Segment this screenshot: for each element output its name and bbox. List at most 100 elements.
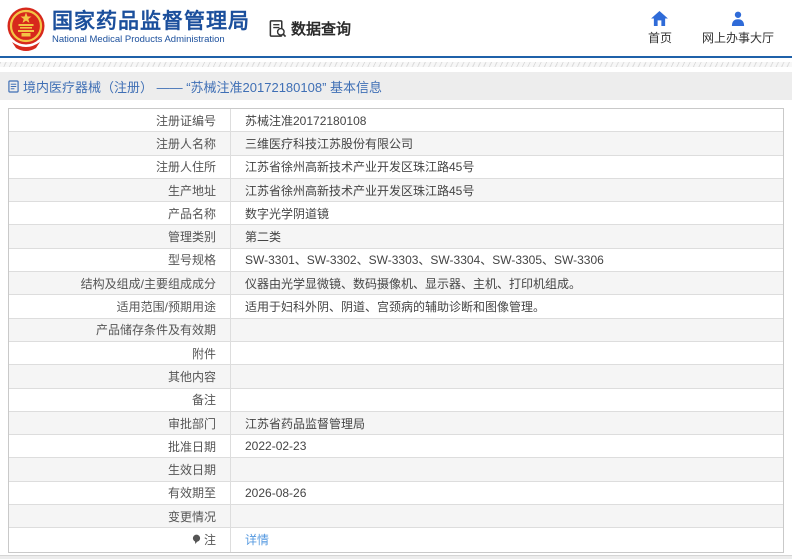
table-row: 批准日期 2022-02-23 [9,435,783,459]
row-value: 苏械注准20172180108 [231,109,783,131]
row-label: 附件 [9,341,231,365]
row-label-text: 产品名称 [167,206,216,221]
row-label-text: 变更情况 [167,509,216,524]
table-row: 管理类别 第二类 [9,225,783,249]
table-row: 适用范围/预期用途 适用于妇科外阴、阴道、宫颈病的辅助诊断和图像管理。 [9,295,783,319]
note-icon [192,534,201,545]
row-label-text: 结构及组成/主要组成成分 [80,276,216,291]
row-label-text: 适用范围/预期用途 [116,300,216,315]
table-row: 产品储存条件及有效期 [9,318,783,342]
row-label: 产品名称 [9,202,231,225]
row-label-text: 注 [203,533,216,548]
row-label: 变更情况 [9,505,231,528]
nav-home-label: 首页 [647,30,672,45]
footer-strip [0,554,792,559]
detail-table-body: 注册证编号 苏械注准20172180108 注册人名称 三维医疗科技江苏股份有限公司注… [9,109,783,552]
table-row: 生效日期 [9,458,783,482]
row-value-text: 三维医疗科技江苏股份有限公司 [245,136,414,151]
detail-table: 注册证编号 苏械注准20172180108 注册人名称 三维医疗科技江苏股份有限公司注… [8,108,784,553]
row-value: 详情 [231,528,783,551]
agency-title-block: 国家药品监督管理局 National Medical Products Admi… [52,10,250,46]
table-row: 其他内容 [9,365,783,389]
table-row: 注册人名称 三维医疗科技江苏股份有限公司 [9,132,783,156]
data-query-section[interactable]: 数据查询 [268,18,351,39]
row-label: 审批部门 [9,411,231,435]
row-value-text: 苏械注准20172180108 [245,113,367,128]
row-label-text: 批准日期 [167,439,216,454]
home-icon [651,10,669,26]
table-row: 审批部门 江苏省药品监督管理局 [9,411,783,436]
row-value [231,342,783,364]
row-value [231,365,783,387]
row-value-text: 江苏省徐州高新技术产业开发区珠江路45号 [245,160,475,175]
breadcrumb: 境内医疗器械（注册） —— “苏械注准20172180108” 基本信息 [0,72,792,100]
row-value-text: 数字光学阴道镜 [245,206,330,221]
row-label-text: 注册人住所 [155,160,216,175]
row-label: 注册人住所 [9,155,231,178]
row-value-text: 2022-02-23 [245,439,307,454]
table-row: 生产地址 江苏省徐州高新技术产业开发区珠江路45号 [9,178,783,203]
row-label-text: 注册证编号 [155,113,216,128]
row-value: 第二类 [231,225,783,247]
table-row: 附件 [9,341,783,366]
row-label-text: 审批部门 [167,416,216,431]
table-row: 型号规格 SW-3301、SW-3302、SW-3303、SW-3304、SW-3… [9,248,783,273]
row-value: 适用于妇科外阴、阴道、宫颈病的辅助诊断和图像管理。 [231,295,783,317]
row-value-text: 适用于妇科外阴、阴道、宫颈病的辅助诊断和图像管理。 [245,300,546,315]
row-value: SW-3301、SW-3302、SW-3303、SW-3304、SW-3305、… [231,249,783,271]
row-label-text: 附件 [191,346,216,361]
row-label: 生效日期 [9,458,231,481]
national-emblem-logo [6,6,46,52]
row-label-text: 注册人名称 [155,136,216,151]
document-icon [8,79,19,93]
row-value: 江苏省徐州高新技术产业开发区珠江路45号 [231,179,783,201]
row-value [231,505,783,527]
table-row: 有效期至 2026-08-26 [9,481,783,506]
data-query-label: 数据查询 [291,20,352,38]
nav-service-hall[interactable]: 网上办事大厅 [702,11,774,46]
detail-link[interactable]: 详情 [245,531,269,548]
row-label-text: 产品储存条件及有效期 [95,323,216,338]
row-label: 生产地址 [9,178,231,202]
top-nav: 首页 网上办事大厅 [647,10,774,46]
table-row: 注册人住所 江苏省徐州高新技术产业开发区珠江路45号 [9,155,783,179]
nav-service-hall-label: 网上办事大厅 [701,30,774,45]
row-label: 注 [9,528,231,552]
row-label: 注册证编号 [9,109,231,132]
row-value-text: 仪器由光学显微镜、数码摄像机、显示器、主机、打印机组成。 [245,276,582,291]
row-value: 2026-08-26 [231,482,783,504]
table-row: 产品名称 数字光学阴道镜 [9,202,783,226]
row-value-text: 江苏省徐州高新技术产业开发区珠江路45号 [245,183,475,198]
row-value: 2022-02-23 [231,435,783,457]
row-value: 仪器由光学显微镜、数码摄像机、显示器、主机、打印机组成。 [231,272,783,294]
table-row: 注 详情 [9,528,783,552]
row-label: 结构及组成/主要组成成分 [9,272,231,295]
document-search-icon [268,19,287,38]
row-label: 管理类别 [9,225,231,248]
row-label-text: 型号规格 [167,253,216,268]
row-label: 备注 [9,388,231,411]
row-label-text: 有效期至 [167,486,216,501]
person-icon [730,11,746,26]
row-value [231,458,783,480]
row-label-text: 备注 [191,393,216,408]
row-label: 有效期至 [9,481,231,505]
table-row: 变更情况 [9,505,783,529]
table-row: 备注 [9,388,783,412]
agency-subtitle: National Medical Products Administration [52,34,225,46]
table-row: 结构及组成/主要组成成分 仪器由光学显微镜、数码摄像机、显示器、主机、打印机组成。 [9,272,783,296]
row-value: 江苏省药品监督管理局 [231,412,783,434]
row-value-text: 2026-08-26 [245,485,307,500]
row-label-text: 其他内容 [167,369,216,384]
row-value: 数字光学阴道镜 [231,202,783,224]
nav-home[interactable]: 首页 [647,10,672,46]
row-label-text: 生效日期 [167,463,216,478]
row-label: 产品储存条件及有效期 [9,318,231,341]
row-value-text: 第二类 [245,230,282,245]
agency-title: 国家药品监督管理局 [52,10,250,34]
row-value: 江苏省徐州高新技术产业开发区珠江路45号 [231,156,783,178]
row-value-text: SW-3301、SW-3302、SW-3303、SW-3304、SW-3305、… [245,253,604,268]
row-label-text: 管理类别 [167,230,216,245]
row-label: 批准日期 [9,435,231,458]
site-header: 国家药品监督管理局 National Medical Products Admi… [0,0,792,56]
